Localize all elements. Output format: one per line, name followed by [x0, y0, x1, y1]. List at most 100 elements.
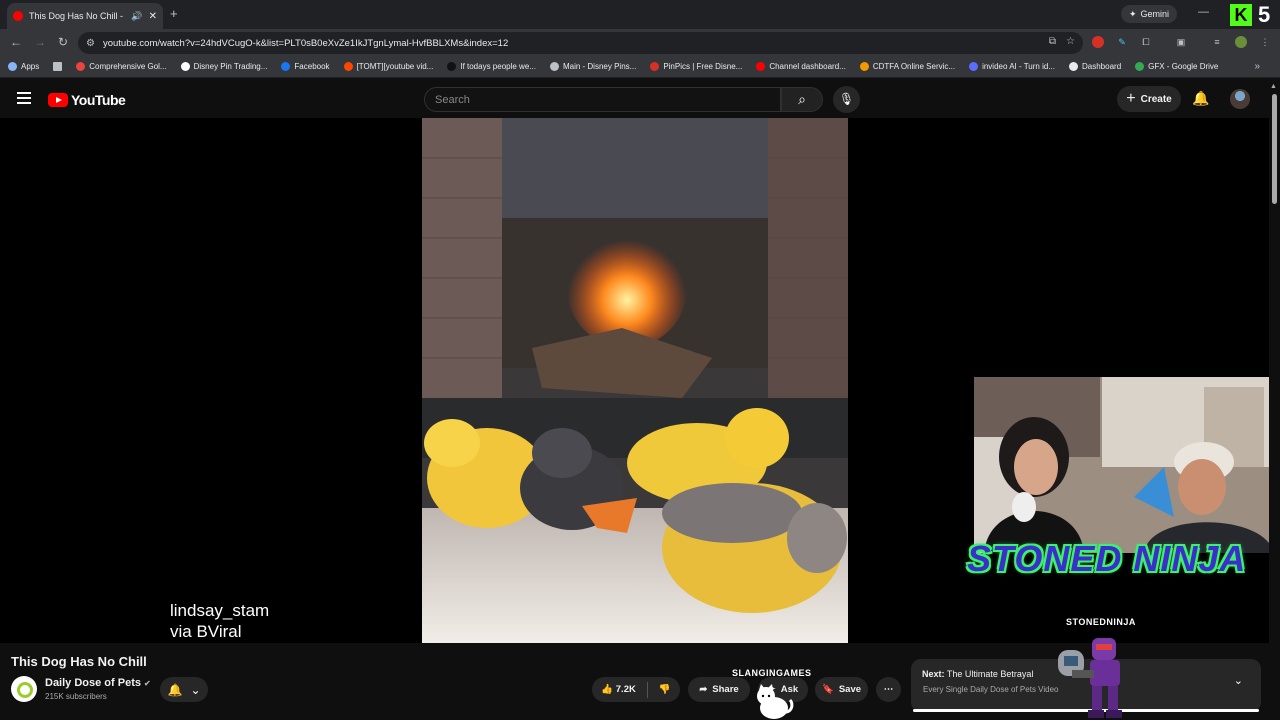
video-frame[interactable] — [422, 118, 848, 643]
create-button[interactable]: + Create — [1117, 86, 1181, 112]
up-next-prefix: Next: — [922, 669, 945, 679]
save-button[interactable]: 🔖 Save — [815, 677, 868, 702]
back-icon[interactable]: ← — [10, 35, 22, 49]
like-button[interactable]: 👍 7.2K — [601, 684, 636, 695]
bookmark-favicon-icon — [756, 62, 766, 71]
scroll-up-icon[interactable]: ▲ — [1270, 83, 1277, 90]
bookmark-favicon-icon — [8, 62, 17, 71]
bookmark-favicon-icon — [281, 62, 291, 71]
share-button[interactable]: ➦ Share — [688, 677, 750, 702]
channel-avatar[interactable] — [11, 676, 37, 702]
browser-menu-icon[interactable]: ⋮ — [1259, 36, 1271, 48]
gemini-button[interactable]: ✦ Gemini — [1121, 5, 1178, 23]
microphone-icon[interactable]: 🎙 — [833, 86, 860, 113]
bookmark-item[interactable]: Main - Disney Pins... — [549, 62, 637, 71]
more-actions-icon[interactable]: ⋯ — [876, 677, 901, 702]
address-bar[interactable]: ⚙ youtube.com/watch?v=24hdVCugO-k&list=P… — [78, 32, 1083, 54]
channel-name-text: Daily Dose of Pets — [45, 677, 141, 689]
up-next-playlist: Every Single Daily Dose of Pets Video — [923, 685, 1059, 694]
media-controls-icon[interactable]: ≡ — [1211, 36, 1223, 48]
site-info-icon[interactable]: ⚙ — [86, 38, 95, 49]
more-bookmarks-icon[interactable]: » — [1254, 61, 1260, 72]
profile-avatar-icon[interactable] — [1235, 36, 1247, 48]
bookmark-label: If todays people we... — [460, 62, 536, 71]
like-dislike-group: 👍 7.2K 👎 — [592, 677, 680, 702]
account-avatar[interactable] — [1230, 89, 1250, 109]
gemini-label: Gemini — [1140, 9, 1170, 19]
reload-icon[interactable]: ↻ — [58, 35, 68, 49]
bookmark-item[interactable]: invideo AI - Turn id... — [969, 62, 1055, 71]
youtube-logo[interactable]: YouTube — [48, 92, 126, 108]
sparkle-icon: ✦ — [1129, 8, 1137, 19]
share-icon: ➦ — [699, 684, 708, 695]
bookmark-item[interactable]: PinPics | Free Disne... — [650, 62, 742, 71]
ducklings-fireplace-video — [422, 118, 848, 643]
new-tab-button[interactable]: + — [170, 6, 178, 21]
watermark-line-1: lindsay_stam — [170, 601, 270, 620]
search-icon[interactable]: ⌕ — [781, 87, 823, 112]
youtube-wordmark: YouTube — [71, 92, 126, 108]
extensions-puzzle-icon[interactable]: ⧠ — [1140, 36, 1152, 48]
like-count: 7.2K — [615, 684, 636, 695]
browser-tab[interactable]: This Dog Has No Chill - You 🔊 ✕ — [7, 3, 163, 29]
scrollbar-thumb[interactable] — [1272, 94, 1277, 204]
bookmark-label: invideo AI - Turn id... — [982, 62, 1055, 71]
bookmark-label: CDTFA Online Servic... — [872, 62, 956, 71]
bookmark-label: Dashboard — [1082, 62, 1122, 71]
stream-overlay-handle: STONEDNINJA — [1066, 617, 1136, 627]
youtube-play-icon — [48, 93, 68, 107]
bookmark-item[interactable]: Comprehensive Gol... — [76, 62, 167, 71]
bookmark-item[interactable] — [53, 62, 63, 71]
search-input[interactable]: Search — [424, 87, 781, 112]
bookmark-item[interactable]: Disney Pin Trading... — [180, 62, 267, 71]
bookmark-item[interactable]: Channel dashboard... — [756, 62, 846, 71]
extension-blue-icon[interactable]: ✎ — [1116, 36, 1128, 48]
bookmark-favicon-icon — [1135, 62, 1145, 71]
verified-check-icon: ✔ — [143, 679, 151, 688]
minimize-icon[interactable]: — — [1198, 6, 1209, 18]
bookmark-item[interactable]: GFX - Google Drive — [1135, 62, 1218, 71]
extension-red-icon[interactable] — [1092, 36, 1104, 48]
bookmark-favicon-icon — [76, 62, 86, 71]
video-title: This Dog Has No Chill — [11, 654, 147, 669]
bookmark-label: Main - Disney Pins... — [562, 62, 637, 71]
speaker-icon[interactable]: 🔊 — [131, 11, 142, 22]
dislike-icon[interactable]: 👎 — [659, 684, 671, 695]
up-next-label: Next: The Ultimate Betrayal — [922, 669, 1033, 679]
save-bookmark-icon: 🔖 — [821, 684, 834, 695]
bookmark-label: Apps — [21, 62, 40, 71]
plus-icon: + — [1126, 90, 1136, 107]
browser-tab-bar: This Dog Has No Chill - You 🔊 ✕ + ✦Gemin… — [0, 0, 1280, 29]
bookmark-item[interactable]: Facebook — [281, 62, 330, 71]
bookmark-label: Facebook — [294, 62, 330, 71]
page-scrollbar[interactable]: ▲ — [1269, 80, 1280, 720]
browser-toolbar: ← → ↻ ⚙ youtube.com/watch?v=24hdVCugO-k&… — [0, 29, 1280, 56]
cat-mascot-icon — [757, 684, 794, 719]
bookmark-item[interactable]: CDTFA Online Servic... — [859, 62, 956, 71]
youtube-header: YouTube Search ⌕ 🎙 + Create 🔔 — [0, 80, 1280, 118]
bookmark-item[interactable]: If todays people we... — [447, 62, 536, 71]
bookmark-label: PinPics | Free Disne... — [663, 62, 743, 71]
bookmark-favicon-icon — [549, 62, 559, 71]
install-app-icon[interactable]: ⧉ — [1049, 36, 1056, 47]
forward-icon[interactable]: → — [34, 35, 46, 49]
menu-icon[interactable] — [17, 92, 31, 104]
bookmark-item[interactable]: Apps — [8, 62, 39, 71]
bookmark-label: [TOMT][youtube vid... — [356, 62, 434, 71]
channel-name[interactable]: Daily Dose of Pets ✔ — [45, 677, 151, 689]
bookmark-favicon-icon — [343, 62, 353, 71]
youtube-favicon-icon — [13, 11, 23, 21]
subscribed-notifications-button[interactable]: 🔔 ⌄ — [160, 677, 208, 702]
chevron-down-icon[interactable]: ⌄ — [1234, 674, 1243, 687]
sidepanel-icon[interactable]: ▣ — [1175, 36, 1187, 48]
bookmark-item[interactable]: Dashboard — [1069, 62, 1121, 71]
watermark-line-2: via BViral — [170, 622, 242, 641]
close-tab-icon[interactable]: ✕ — [149, 11, 157, 22]
create-label: Create — [1140, 93, 1172, 105]
notifications-bell-icon[interactable]: 🔔 — [1192, 90, 1209, 107]
bookmark-item[interactable]: [TOMT][youtube vid... — [343, 62, 434, 71]
bookmark-favicon-icon — [859, 62, 869, 71]
bookmark-star-icon[interactable]: ☆ — [1066, 36, 1075, 47]
save-label: Save — [838, 684, 862, 695]
like-divider — [646, 681, 648, 698]
